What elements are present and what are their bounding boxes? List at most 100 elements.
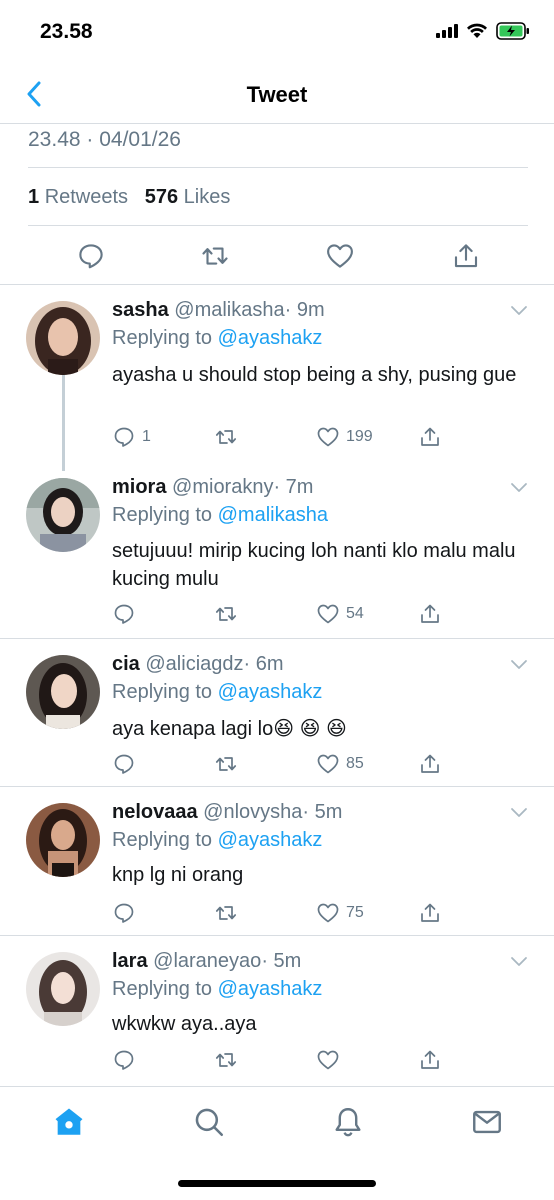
reply-action-bar: 75 (112, 901, 452, 927)
avatar[interactable] (26, 803, 100, 877)
reply-icon (114, 1050, 134, 1070)
like-count: 54 (346, 605, 364, 622)
share-button[interactable] (418, 602, 442, 626)
reply-header: nelovaaa @nlovysha· 5m (112, 801, 342, 824)
display-name[interactable]: sasha (112, 299, 169, 321)
mention-link[interactable]: @ayashakz (218, 681, 323, 703)
like-button[interactable] (316, 1048, 340, 1072)
display-name[interactable]: miora (112, 476, 166, 498)
user-handle[interactable]: @aliciagdz (145, 653, 243, 675)
user-handle[interactable]: @miorakny (172, 476, 273, 498)
replying-to: Replying to @ayashakz (112, 829, 322, 852)
share-button[interactable] (451, 241, 481, 271)
likes-stat[interactable]: 576 Likes (145, 186, 231, 208)
reply-icon (79, 244, 103, 269)
retweets-stat[interactable]: 1 Retweets (28, 186, 128, 208)
user-handle[interactable]: @nlovysha (203, 801, 302, 823)
replies-list: sasha @malikasha· 9m Replying to @ayasha… (0, 285, 554, 1086)
retweet-icon (215, 430, 237, 444)
retweet-icon (215, 906, 237, 920)
page-title: Tweet (246, 82, 308, 107)
user-handle[interactable]: @laraneyao (153, 950, 261, 972)
tab-messages[interactable] (470, 1105, 504, 1139)
retweet-icon (215, 607, 237, 621)
retweet-button[interactable] (214, 752, 238, 776)
mention-link[interactable]: @ayashakz (218, 327, 323, 349)
reply-text: aya kenapa lagi lo😆 😆 😆 (112, 718, 347, 740)
thread-line (62, 375, 65, 471)
share-icon (421, 427, 439, 446)
retweet-button[interactable] (200, 241, 230, 271)
heart-icon (317, 604, 339, 624)
reply: cia @aliciagdz· 6m Replying to @ayashakz… (0, 639, 554, 787)
status-time: 23.58 (40, 20, 93, 43)
reply-action-bar (112, 1048, 452, 1074)
replying-to: Replying to @ayashakz (112, 681, 322, 704)
reply-header: lara @laraneyao· 5m (112, 950, 301, 973)
heart-icon (327, 244, 353, 268)
tab-notifications[interactable] (331, 1105, 365, 1139)
reply-button[interactable] (112, 1048, 136, 1072)
wifi-icon (467, 23, 487, 38)
reply-button[interactable] (76, 241, 106, 271)
reply-button[interactable]: 1 (112, 425, 151, 449)
retweet-button[interactable] (214, 1048, 238, 1072)
display-name[interactable]: nelovaaa (112, 801, 198, 823)
reply-button[interactable] (112, 752, 136, 776)
user-handle[interactable]: @malikasha (174, 299, 284, 321)
avatar[interactable] (26, 301, 100, 375)
retweet-button[interactable] (214, 425, 238, 449)
tab-home[interactable] (52, 1105, 86, 1139)
display-name[interactable]: cia (112, 653, 140, 675)
display-name[interactable]: lara (112, 950, 148, 972)
like-button[interactable]: 75 (316, 901, 364, 925)
cellular-signal-icon (436, 24, 458, 38)
reply-action-bar: 85 (112, 752, 452, 778)
share-button[interactable] (418, 752, 442, 776)
mention-link[interactable]: @ayashakz (218, 829, 323, 851)
reply-thread: sasha @malikasha· 9m Replying to @ayasha… (0, 285, 554, 639)
retweet-button[interactable] (214, 602, 238, 626)
share-button[interactable] (418, 1048, 442, 1072)
home-icon (55, 1108, 83, 1135)
reply-time: · 5m (261, 950, 302, 972)
reply: lara @laraneyao· 5m Replying to @ayashak… (0, 936, 554, 1086)
reply-action-bar: 1 199 (112, 425, 452, 451)
mention-link[interactable]: @malikasha (218, 504, 328, 526)
mail-icon (473, 1110, 501, 1134)
share-button[interactable] (418, 901, 442, 925)
mention-link[interactable]: @ayashakz (218, 978, 323, 1000)
chevron-down-icon[interactable] (510, 807, 528, 819)
share-button[interactable] (418, 425, 442, 449)
reply-button[interactable] (112, 602, 136, 626)
bell-icon (335, 1108, 361, 1137)
chevron-down-icon[interactable] (510, 659, 528, 671)
replying-to: Replying to @malikasha (112, 504, 328, 527)
like-button[interactable]: 85 (316, 752, 364, 776)
tweet-counts: 1 Retweets 576 Likes (28, 168, 528, 226)
tweet-timestamp: 23.48 · 04/01/26 (28, 124, 528, 168)
status-bar: 23.58 (0, 0, 554, 66)
heart-icon (317, 1050, 339, 1070)
retweet-button[interactable] (214, 901, 238, 925)
replying-prefix: Replying to (112, 829, 213, 851)
like-button[interactable]: 199 (316, 425, 373, 449)
like-button[interactable]: 54 (316, 602, 364, 626)
chevron-down-icon[interactable] (510, 305, 528, 317)
chevron-down-icon[interactable] (510, 956, 528, 968)
reply-time: · 9m (284, 299, 325, 321)
avatar[interactable] (26, 478, 100, 552)
replying-to: Replying to @ayashakz (112, 327, 322, 350)
tab-search[interactable] (192, 1105, 226, 1139)
reply-text: wkwkw aya..aya (112, 1013, 257, 1035)
heart-icon (317, 427, 339, 447)
reply-time: · 6m (243, 653, 284, 675)
reply-text: knp lg ni orang (112, 864, 244, 886)
avatar[interactable] (26, 952, 100, 1026)
home-indicator (178, 1180, 376, 1187)
status-icons (436, 22, 530, 40)
avatar[interactable] (26, 655, 100, 729)
reply-button[interactable] (112, 901, 136, 925)
like-button[interactable] (325, 241, 355, 271)
chevron-down-icon[interactable] (510, 482, 528, 494)
